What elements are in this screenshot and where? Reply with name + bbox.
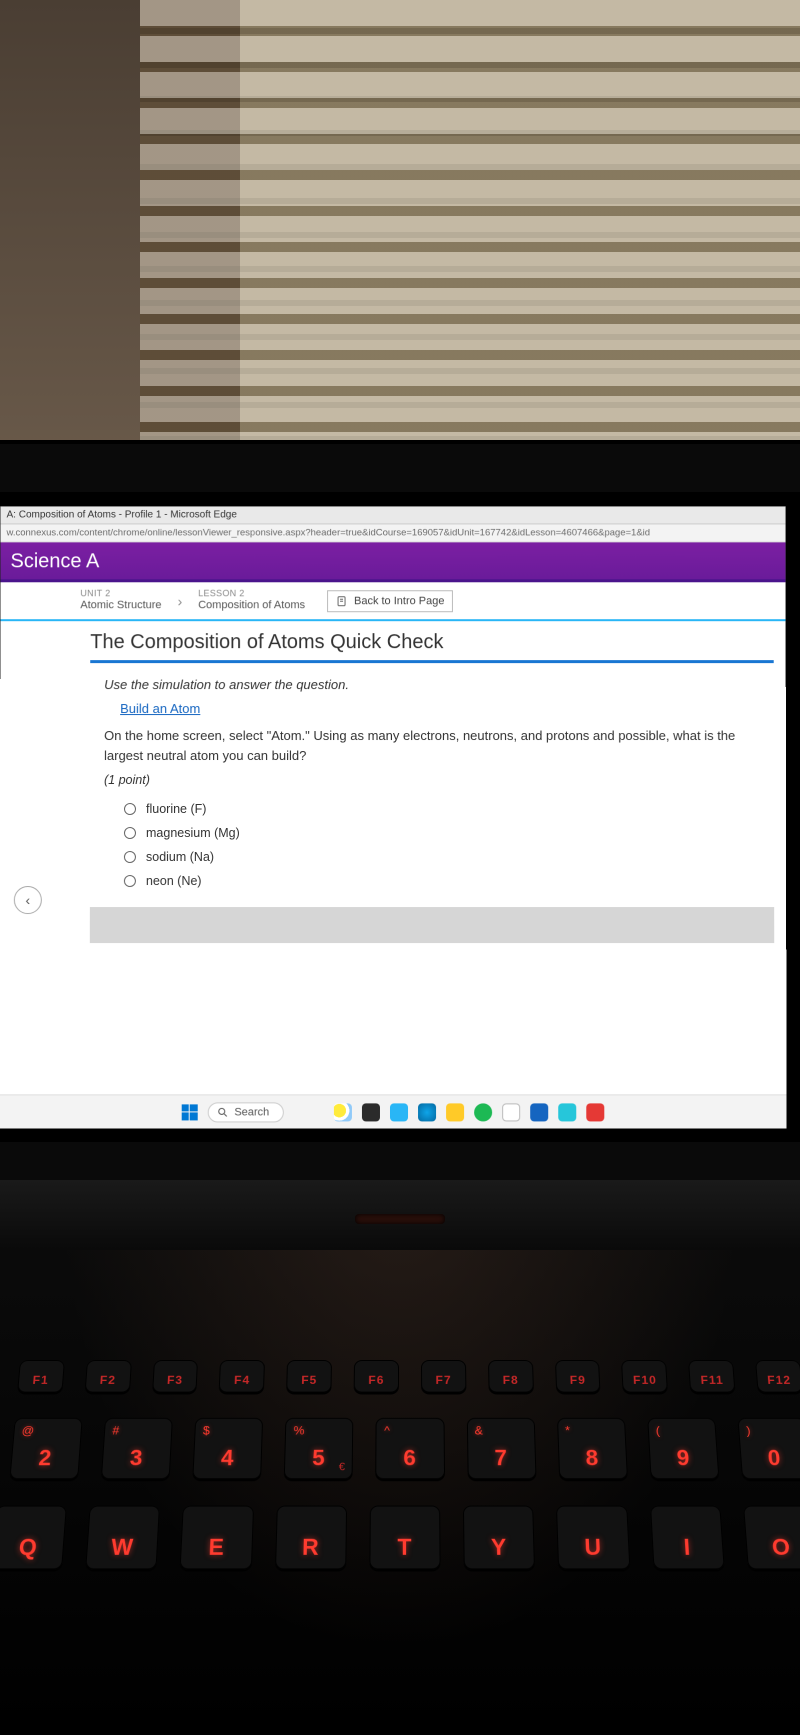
answer-option[interactable]: sodium (Na)	[124, 845, 774, 869]
window-title: A: Composition of Atoms - Profile 1 - Mi…	[1, 506, 786, 524]
unit-name: Atomic Structure	[80, 599, 161, 613]
weather-icon[interactable]	[334, 1103, 352, 1121]
taskbar-app-icon[interactable]	[390, 1103, 408, 1121]
windows-taskbar[interactable]: Search	[0, 1094, 787, 1128]
taskbar-search[interactable]: Search	[207, 1102, 284, 1122]
breadcrumb-unit[interactable]: UNIT 2 Atomic Structure	[80, 588, 161, 613]
lesson-content: The Composition of Atoms Quick Check Use…	[0, 621, 786, 943]
key-8[interactable]: *8	[557, 1418, 628, 1479]
lesson-label: LESSON 2	[198, 588, 305, 599]
radio-icon[interactable]	[124, 803, 136, 815]
room-background	[0, 0, 800, 490]
radio-icon[interactable]	[124, 851, 136, 863]
taskbar-app-icon[interactable]	[559, 1103, 577, 1121]
browser-viewport: A: Composition of Atoms - Profile 1 - Mi…	[0, 506, 787, 1128]
breadcrumb: UNIT 2 Atomic Structure › LESSON 2 Compo…	[0, 582, 785, 621]
key-f11[interactable]: F11	[688, 1360, 735, 1393]
keyboard-row-num: @2 #3 $4 %5€ ^6&7 *8 (9 )0	[0, 1418, 800, 1479]
answer-option[interactable]: neon (Ne)	[124, 869, 774, 893]
option-label: magnesium (Mg)	[146, 826, 240, 840]
key-o[interactable]: O	[743, 1506, 800, 1570]
key-f8[interactable]: F8	[488, 1360, 534, 1393]
answer-option[interactable]: fluorine (F)	[124, 797, 774, 821]
taskbar-app-icon[interactable]	[587, 1103, 605, 1121]
search-icon	[216, 1106, 228, 1118]
laptop-bezel: A: Composition of Atoms - Profile 1 - Mi…	[0, 440, 800, 1180]
key-t[interactable]: T	[369, 1506, 441, 1570]
key-9[interactable]: (9	[647, 1418, 719, 1479]
start-button[interactable]	[181, 1104, 197, 1120]
prev-page-button[interactable]: ‹	[14, 886, 42, 914]
key-f5[interactable]: F5	[286, 1360, 332, 1393]
chevron-left-icon: ‹	[25, 892, 30, 908]
quiz-title: The Composition of Atoms Quick Check	[90, 621, 773, 663]
key-e[interactable]: E	[180, 1506, 254, 1570]
key-u[interactable]: U	[556, 1506, 630, 1570]
key-f12[interactable]: F12	[755, 1360, 800, 1393]
document-back-icon	[336, 595, 348, 607]
spotify-icon[interactable]	[475, 1103, 493, 1121]
answer-option[interactable]: magnesium (Mg)	[124, 821, 774, 845]
answer-input-bar[interactable]	[90, 907, 774, 943]
key-w[interactable]: W	[85, 1506, 160, 1570]
key-5[interactable]: %5€	[284, 1418, 354, 1479]
laptop-keyboard-area: F1 F2 F3 F4 F5 F6 F7 F8 F9 F10 F11 F12 @2 #3 $4 %5€ ^6&…	[0, 1180, 800, 1735]
radio-icon[interactable]	[124, 875, 136, 887]
address-bar[interactable]: w.connexus.com/content/chrome/online/les…	[1, 524, 786, 542]
key-r[interactable]: R	[275, 1506, 347, 1570]
back-button-label: Back to Intro Page	[354, 595, 444, 607]
key-6[interactable]: ^6	[376, 1418, 445, 1479]
question-text: On the home screen, select "Atom." Using…	[90, 726, 774, 773]
key-f6[interactable]: F6	[354, 1360, 399, 1393]
question-points: (1 point)	[90, 773, 774, 797]
key-y[interactable]: Y	[463, 1506, 535, 1570]
back-to-intro-button[interactable]: Back to Intro Page	[327, 590, 453, 612]
option-label: fluorine (F)	[146, 802, 206, 816]
option-label: sodium (Na)	[146, 850, 214, 864]
quiz-instruction: Use the simulation to answer the questio…	[90, 663, 774, 700]
radio-icon[interactable]	[124, 827, 136, 839]
key-f9[interactable]: F9	[555, 1360, 601, 1393]
key-f7[interactable]: F7	[421, 1360, 466, 1393]
keyboard: F1 F2 F3 F4 F5 F6 F7 F8 F9 F10 F11 F12 @2 #3 $4 %5€ ^6&…	[0, 1360, 800, 1569]
key-4[interactable]: $4	[192, 1418, 263, 1479]
taskbar-app-icon[interactable]	[531, 1103, 549, 1121]
lesson-name: Composition of Atoms	[198, 599, 305, 613]
chevron-right-icon: ›	[174, 593, 187, 609]
keyboard-row-fn: F1 F2 F3 F4 F5 F6 F7 F8 F9 F10 F11 F12	[7, 1360, 800, 1393]
simulation-link[interactable]: Build an Atom	[120, 701, 200, 716]
key-f10[interactable]: F10	[621, 1360, 668, 1393]
search-placeholder: Search	[234, 1106, 269, 1118]
option-label: neon (Ne)	[146, 874, 202, 888]
key-f3[interactable]: F3	[152, 1360, 199, 1393]
key-i[interactable]: I	[650, 1506, 725, 1570]
key-q[interactable]: Q	[0, 1506, 67, 1570]
taskbar-tray	[334, 1103, 604, 1121]
key-f4[interactable]: F4	[219, 1360, 265, 1393]
key-2[interactable]: @2	[9, 1418, 82, 1479]
course-header: Science A	[0, 542, 785, 582]
taskbar-app-icon[interactable]	[362, 1103, 380, 1121]
laptop-hinge	[0, 1180, 800, 1250]
keyboard-row-letters: QWERTYUIO	[0, 1506, 800, 1570]
taskbar-app-icon[interactable]	[503, 1103, 521, 1121]
key-7[interactable]: &7	[466, 1418, 536, 1479]
laptop-screen: A: Composition of Atoms - Profile 1 - Mi…	[0, 492, 800, 1142]
breadcrumb-lesson[interactable]: LESSON 2 Composition of Atoms	[198, 588, 305, 613]
edge-icon[interactable]	[418, 1103, 436, 1121]
unit-label: UNIT 2	[80, 588, 161, 599]
key-0[interactable]: )0	[737, 1418, 800, 1479]
key-3[interactable]: #3	[101, 1418, 173, 1479]
file-explorer-icon[interactable]	[446, 1103, 464, 1121]
key-f1[interactable]: F1	[17, 1360, 65, 1393]
key-f2[interactable]: F2	[84, 1360, 131, 1393]
answer-options: fluorine (F) magnesium (Mg) sodium (Na) …	[90, 797, 774, 893]
